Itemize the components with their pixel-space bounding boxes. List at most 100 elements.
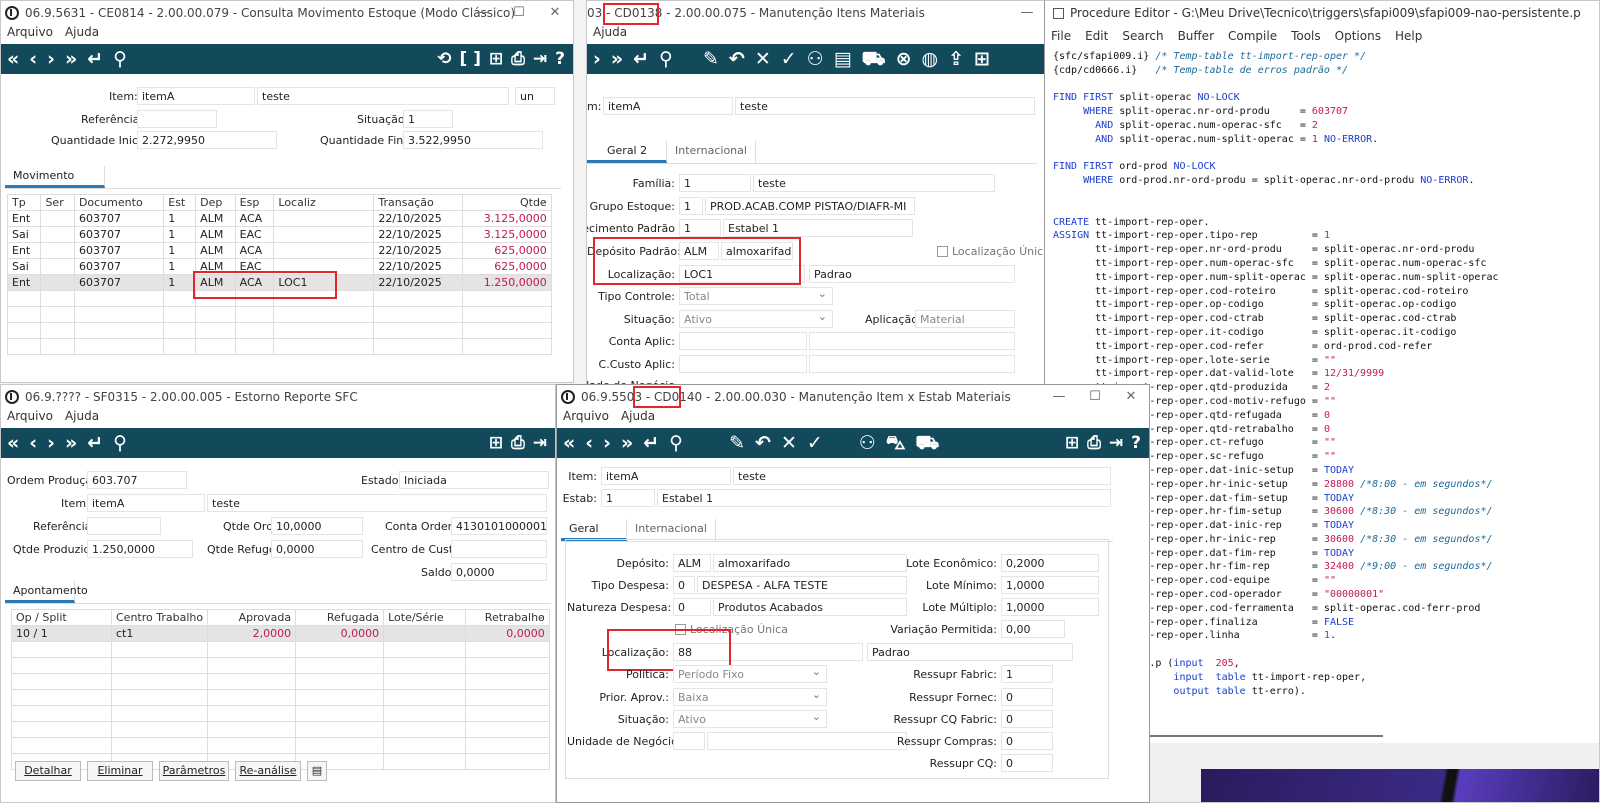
col-header[interactable]: Aprovada (207, 609, 297, 626)
col-header[interactable]: Documento (73, 194, 165, 211)
aplicacao-field[interactable]: Material (915, 310, 1015, 328)
menu-help[interactable]: Help (1395, 29, 1422, 47)
item-field[interactable]: itemA (137, 87, 255, 105)
tipo-controle-select[interactable]: Total (679, 287, 833, 305)
minimize-button[interactable]: — (465, 1, 501, 25)
next-record-icon[interactable]: › (47, 428, 55, 458)
next-record-icon[interactable]: › (47, 44, 55, 74)
ressupr-fornec-field[interactable]: 0 (1001, 688, 1053, 706)
code-line[interactable]: tt-import-rep-oper.op-codigo = split-ope… (1053, 298, 1593, 312)
checkbox-icon[interactable] (937, 246, 948, 257)
col-header[interactable]: Ser (40, 194, 75, 211)
users-icon[interactable]: ⚇ (859, 428, 876, 458)
item-field[interactable]: itemA (87, 494, 205, 512)
menu-ajuda[interactable]: Ajuda (593, 25, 627, 43)
help-icon[interactable]: ? (555, 49, 565, 69)
maximize-button[interactable]: ☐ (501, 1, 537, 25)
close-button[interactable]: ✕ (1113, 385, 1149, 409)
print-icon[interactable]: ⎙ (1087, 433, 1101, 453)
code-line[interactable]: {cdp/cd0666.i} /* Temp-table de erros pa… (1053, 64, 1593, 78)
ordem-field[interactable]: 603.707 (87, 471, 187, 489)
maximize-button[interactable]: ☐ (1077, 385, 1113, 409)
table-row-selected[interactable]: 10 / 1 ct1 2,0000 0,0000 0,0000 (11, 625, 551, 642)
tipo-despesa-field[interactable]: 0 (673, 576, 695, 594)
ressupr-fabric-field[interactable]: 1 (1001, 665, 1053, 683)
edit-icon[interactable]: ✎ (703, 44, 719, 74)
exit-icon[interactable]: ⇥ (1109, 433, 1123, 453)
tab-movimento[interactable]: Movimento (5, 166, 105, 188)
menu-search[interactable]: Search (1122, 29, 1163, 47)
col-header[interactable]: Op / Split (11, 609, 112, 626)
tab-internacional[interactable]: Internacional (627, 519, 716, 541)
item-field[interactable]: itemA (603, 97, 733, 115)
code-line[interactable] (1053, 188, 1593, 202)
checkbox-icon[interactable] (675, 624, 686, 635)
prior-aprov-select[interactable]: Baixa (673, 688, 827, 706)
tab-internacional[interactable]: Internacional (667, 141, 756, 163)
print-icon[interactable]: ⎙ (511, 49, 525, 69)
situacao-select[interactable]: Ativo (673, 710, 827, 728)
menu-tools[interactable]: Tools (1291, 29, 1321, 47)
table-row[interactable]: Sai 603707 1 ALM EAC 22/10/2025 625,0000 (6, 258, 553, 275)
menu-arquivo[interactable]: Arquivo (7, 25, 53, 43)
ressupr-compras-field[interactable]: 0 (1001, 732, 1053, 750)
code-line[interactable] (1053, 202, 1593, 216)
menu-arquivo[interactable]: Arquivo (7, 409, 53, 427)
politica-select[interactable]: Período Fixo (673, 665, 827, 683)
code-line[interactable]: tt-import-rep-oper.num-operac-sfc = spli… (1053, 257, 1593, 271)
localizacao-unica-checkbox[interactable]: Localização Única (937, 245, 1045, 258)
col-header[interactable]: Lote/Série (383, 609, 467, 626)
grupo-estoque-field[interactable]: 1 (679, 197, 703, 215)
next-record-icon[interactable]: › (603, 428, 611, 458)
code-line[interactable]: WHERE split-operac.nr-ord-produ = 603707 (1053, 105, 1593, 119)
goto-icon[interactable]: ↵ (643, 428, 659, 458)
menu-arquivo[interactable]: Arquivo (563, 409, 609, 427)
truck-icon[interactable]: ⛟ (862, 44, 886, 74)
globe-icon[interactable]: ◍ (921, 44, 938, 74)
localizacao-field[interactable]: 88 (673, 643, 863, 661)
structure-icon[interactable]: ⊞ (489, 49, 503, 69)
code-line[interactable]: tt-import-rep-oper.cod-refer = ord-prod.… (1053, 340, 1593, 354)
estab-field[interactable]: 1 (601, 489, 655, 507)
undo-icon[interactable]: ↶ (755, 428, 771, 458)
deposito-padrao-field[interactable]: ALM (679, 242, 719, 260)
search-icon[interactable]: ⚲ (113, 428, 127, 458)
ressupr-cq-field[interactable]: 0 (1001, 754, 1053, 772)
first-record-icon[interactable]: « (7, 428, 19, 458)
localizacao-unica-checkbox[interactable]: Localização Única (675, 623, 788, 636)
goto-icon[interactable]: ↵ (633, 44, 649, 74)
menu-ajuda[interactable]: Ajuda (65, 409, 99, 427)
prev-record-icon[interactable]: ‹ (29, 44, 37, 74)
search-icon[interactable]: ⚲ (659, 44, 673, 74)
variacao-permitida-field[interactable]: 0,00 (1001, 620, 1065, 638)
localizacao-field[interactable]: LOC1 (679, 265, 805, 283)
prev-record-icon[interactable]: ‹ (585, 428, 593, 458)
code-line[interactable]: tt-import-rep-oper.num-split-operac = sp… (1053, 271, 1593, 285)
code-line[interactable]: FIND FIRST split-operac NO-LOCK (1053, 91, 1593, 105)
menu-options[interactable]: Options (1335, 29, 1381, 47)
code-line[interactable]: FIND FIRST ord-prod NO-LOCK (1053, 160, 1593, 174)
clipboard-icon[interactable]: ▤ (307, 761, 327, 781)
last-record-icon[interactable]: » (65, 44, 77, 74)
code-line[interactable]: CREATE tt-import-rep-oper. (1053, 216, 1593, 230)
ref-field[interactable] (137, 110, 217, 128)
eliminar-button[interactable]: Eliminar (87, 761, 153, 781)
table-row-selected[interactable]: Ent 603707 1 ALM ACA LOC1 22/10/2025 1.250,0000 (6, 274, 553, 291)
last-record-icon[interactable]: » (65, 428, 77, 458)
code-line[interactable]: tt-import-rep-oper.cod-ctrab = split-ope… (1053, 312, 1593, 326)
first-record-icon[interactable]: « (563, 428, 575, 458)
brackets-icon[interactable]: [ ] (460, 49, 481, 69)
upload-icon[interactable]: ⇪ (948, 44, 964, 74)
table-row[interactable]: Ent 603707 1 ALM ACA 22/10/2025 3.125,0000 (6, 210, 553, 227)
history-icon[interactable]: ⟲ (437, 49, 451, 69)
truck-icon[interactable]: ⛟ (915, 428, 939, 458)
ccusto-aplic-field[interactable] (679, 355, 807, 373)
cancel-icon[interactable]: ✕ (755, 44, 771, 74)
goto-icon[interactable]: ↵ (87, 44, 103, 74)
menu-edit[interactable]: Edit (1085, 29, 1108, 47)
familia-field[interactable]: 1 (679, 174, 751, 192)
last-record-icon[interactable]: » (611, 44, 623, 74)
ref-field[interactable] (87, 517, 161, 535)
confirm-icon[interactable]: ✓ (781, 44, 797, 74)
code-line[interactable]: {sfc/sfapi009.i} /* Temp-table tt-import… (1053, 50, 1593, 64)
